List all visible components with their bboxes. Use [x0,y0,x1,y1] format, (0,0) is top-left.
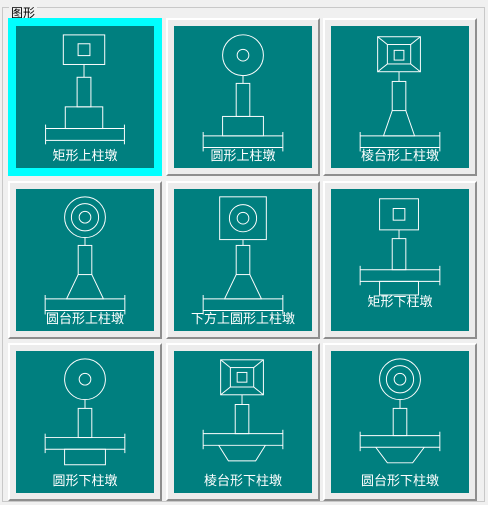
tile-panel: 圆形上柱墩 [174,26,312,168]
tile-panel: 圆台形上柱墩 [16,189,154,331]
round-pier-top-icon [202,34,284,152]
tile-label: 圆台形上柱墩 [45,312,124,327]
tile-panel: 棱台形上柱墩 [331,26,469,168]
prism-pier-bottom-icon [202,359,284,462]
tile-label: 矩形下柱墩 [367,295,433,310]
tile-square-base-round-top-pier[interactable]: 下方上圆形上柱墩 [166,181,320,339]
tile-round-pier-bottom[interactable]: 圆形下柱墩 [8,343,162,501]
tile-rect-pier-bottom[interactable]: 矩形下柱墩 [323,181,477,339]
frustum-pier-top-icon [44,196,126,315]
tile-label: 矩形上柱墩 [52,149,118,164]
tile-panel: 圆形下柱墩 [16,351,154,493]
tile-round-pier-top[interactable]: 圆形上柱墩 [166,18,320,176]
tile-label: 棱台形下柱墩 [203,474,282,489]
rect-pier-top-icon [45,34,125,145]
tile-frustum-pier-top[interactable]: 圆台形上柱墩 [8,181,162,339]
square-base-round-top-pier-icon [202,196,284,315]
frustum-pier-bottom-icon [359,358,441,464]
prism-pier-top-icon [359,36,441,152]
tile-rect-pier-top[interactable]: 矩形上柱墩 [8,18,162,176]
round-pier-bottom-icon [44,358,126,466]
tile-prism-pier-top[interactable]: 棱台形上柱墩 [323,18,477,176]
tile-label: 圆台形下柱墩 [360,474,439,489]
tile-panel: 圆台形下柱墩 [331,351,469,493]
tile-panel: 矩形下柱墩 [331,189,469,331]
tile-frustum-pier-bottom[interactable]: 圆台形下柱墩 [323,343,477,501]
tile-panel: 棱台形下柱墩 [174,351,312,493]
tile-label: 圆形下柱墩 [52,474,118,489]
tile-label: 下方上圆形上柱墩 [190,312,295,327]
tile-label: 棱台形上柱墩 [360,149,439,164]
tile-panel: 下方上圆形上柱墩 [174,189,312,331]
tile-prism-pier-bottom[interactable]: 棱台形下柱墩 [166,343,320,501]
tile-label: 圆形上柱墩 [210,149,276,164]
tile-panel: 矩形上柱墩 [16,26,154,168]
